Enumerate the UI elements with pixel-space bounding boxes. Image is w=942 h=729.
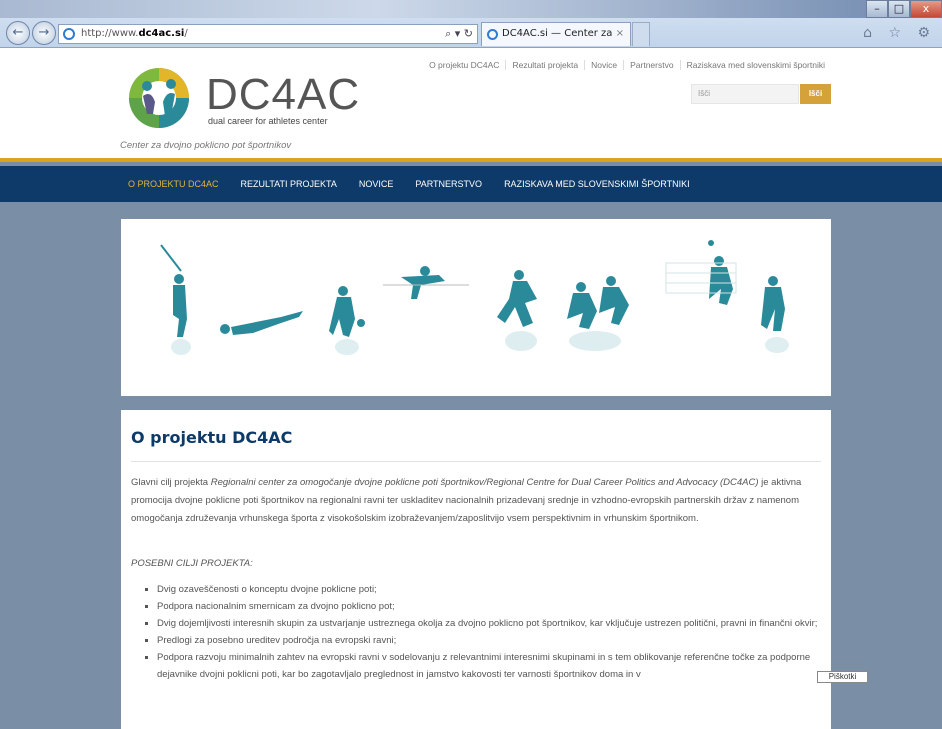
nav-item-novice[interactable]: NOVICE [359,166,394,202]
top-links: O projektu DC4AC Rezultati projekta Novi… [423,60,831,70]
title-divider [131,461,821,462]
ie-icon [63,28,75,40]
home-favorites-settings-icons[interactable]: ⌂ ☆ ⚙ [863,25,936,41]
url-suffix: / [184,28,188,39]
webpage: DC4AC dual career for athletes center Ce… [0,48,942,729]
nav-item-raziskava[interactable]: RAZISKAVA MED SLOVENSKIMI ŠPORTNIKI [504,166,690,202]
search-refresh-icon[interactable]: ⌕ ▾ ↻ [445,25,473,43]
site-tagline: Center za dvojno poklicno pot športnikov [120,140,292,151]
title-bar [0,0,942,18]
logo-text[interactable]: DC4AC [206,70,360,120]
nav-item-partnerstvo[interactable]: PARTNERSTVO [415,166,482,202]
logo-subtitle: dual career for athletes center [208,116,328,126]
search-button[interactable]: Išči [800,84,831,104]
search-input[interactable]: Išči [691,84,799,104]
main-content: O projektu DC4AC Glavni cilj projekta Re… [121,410,831,729]
new-tab-button[interactable] [632,22,650,46]
site-header: DC4AC dual career for athletes center Ce… [0,48,942,162]
back-button[interactable]: ← [6,21,30,45]
top-link-raziskava[interactable]: Raziskava med slovenskimi športniki [679,60,831,70]
athletes-silhouettes-image [160,240,789,355]
ie-tab-icon [487,29,498,40]
page-title: O projektu DC4AC [131,428,293,447]
top-link-o-projektu[interactable]: O projektu DC4AC [423,60,505,70]
nav-item-o-projektu[interactable]: O PROJEKTU DC4AC [128,166,219,202]
goals-heading: POSEBNI CILJI PROJEKTA: [131,558,253,569]
address-bar[interactable]: http://www.dc4ac.si/ ⌕ ▾ ↻ [58,24,478,44]
minimize-button[interactable]: – [866,0,888,18]
top-link-partnerstvo[interactable]: Partnerstvo [623,60,679,70]
url-prefix: http://www. [81,28,139,39]
browser-tab[interactable]: DC4AC.si — Center za dvoj... × [481,22,631,61]
goal-item: Dvig dojemljivosti interesnih skupin za … [145,615,821,632]
browser-chrome: – □ x ← → http://www.dc4ac.si/ ⌕ ▾ ↻ DC4… [0,0,942,61]
window-controls: – □ x [866,0,942,18]
goal-item: Podpora razvoju minimalnih zahtev na evr… [145,649,821,683]
top-link-novice[interactable]: Novice [584,60,623,70]
main-navigation: O PROJEKTU DC4AC REZULTATI PROJEKTA NOVI… [0,166,942,202]
intro-text-start: Glavni cilj projekta [131,477,211,488]
maximize-button[interactable]: □ [888,0,910,18]
goals-list: Dvig ozaveščenosti o konceptu dvojne pok… [131,581,821,683]
close-window-button[interactable]: x [910,0,942,18]
cookie-button[interactable]: Piškotki [817,671,868,683]
top-link-rezultati[interactable]: Rezultati projekta [505,60,584,70]
goal-item: Podpora nacionalnim smernicam za dvojno … [145,598,821,615]
tab-close-icon[interactable]: × [616,23,624,45]
intro-paragraph: Glavni cilj projekta Regionalni center z… [131,474,821,528]
goal-item: Dvig ozaveščenosti o konceptu dvojne pok… [145,581,821,598]
forward-button[interactable]: → [32,21,56,45]
goal-item: Predlogi za posebno ureditev področja na… [145,632,821,649]
navigation-row: ← → http://www.dc4ac.si/ ⌕ ▾ ↻ DC4AC.si … [0,18,942,61]
nav-item-rezultati[interactable]: REZULTATI PROJEKTA [241,166,337,202]
intro-project-name: Regionalni center za omogočanje dvojne p… [210,477,759,488]
search-form: Išči Išči [691,84,831,104]
url-domain: dc4ac.si [138,28,185,39]
dc4ac-logo-icon[interactable] [125,66,193,130]
athletes-banner [121,219,831,396]
